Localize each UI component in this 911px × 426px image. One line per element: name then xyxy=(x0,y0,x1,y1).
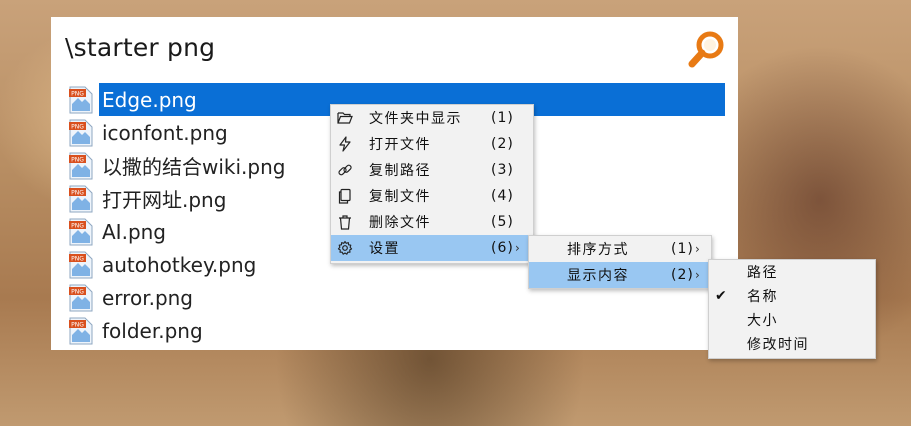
chevron-right-icon: › xyxy=(515,241,520,255)
menu-item-label: 修改时间 xyxy=(747,337,809,353)
menu-item-delete-file[interactable]: 删除文件 (5) xyxy=(331,209,533,235)
menu-item-shortcut: (5) xyxy=(491,214,514,230)
svg-text:PNG: PNG xyxy=(71,123,84,130)
menu-item-label: 设置 xyxy=(369,241,400,257)
menu-item-show-in-folder[interactable]: 文件夹中显示 (1) xyxy=(331,105,533,131)
gear-icon xyxy=(337,240,353,255)
result-name: autohotkey.png xyxy=(102,252,257,277)
menu-item-name[interactable]: ✔ 名称 xyxy=(709,284,875,308)
menu-item-copy-path[interactable]: 复制路径 (3) xyxy=(331,157,533,183)
png-file-icon: PNG xyxy=(69,119,93,146)
menu-item-label: 大小 xyxy=(747,313,778,329)
result-name: Edge.png xyxy=(102,87,197,112)
svg-text:PNG: PNG xyxy=(71,90,84,97)
svg-text:PNG: PNG xyxy=(71,222,84,229)
chevron-right-icon: › xyxy=(695,242,700,256)
search-input[interactable]: \starter png xyxy=(65,33,215,62)
menu-item-label: 排序方式 xyxy=(567,242,629,258)
menu-item-label: 删除文件 xyxy=(369,215,431,231)
menu-item-open-file[interactable]: 打开文件 (2) xyxy=(331,131,533,157)
copy-icon xyxy=(338,188,351,204)
result-row[interactable]: PNG folder.png xyxy=(69,314,727,347)
context-menu: 文件夹中显示 (1) 打开文件 (2) 复制路径 (3) 复制文件 (4) 删除… xyxy=(330,104,534,264)
png-file-icon: PNG xyxy=(69,152,93,179)
menu-item-display-content[interactable]: 显示内容 (2) › xyxy=(529,262,711,288)
chevron-right-icon: › xyxy=(695,268,700,282)
menu-item-shortcut: (6) xyxy=(491,240,514,256)
png-file-icon: PNG xyxy=(69,317,93,344)
svg-text:PNG: PNG xyxy=(71,321,84,328)
menu-item-settings[interactable]: 设置 (6) › xyxy=(331,235,533,261)
menu-item-copy-file[interactable]: 复制文件 (4) xyxy=(331,183,533,209)
link-icon xyxy=(338,164,352,176)
png-file-icon: PNG xyxy=(69,251,93,278)
result-name: 打开网址.png xyxy=(102,188,227,212)
menu-item-shortcut: (3) xyxy=(491,162,514,178)
png-file-icon: PNG xyxy=(69,218,93,245)
svg-text:PNG: PNG xyxy=(71,189,84,196)
svg-text:PNG: PNG xyxy=(71,156,84,163)
menu-item-shortcut: (1) xyxy=(491,110,514,126)
menu-item-modified-time[interactable]: 修改时间 xyxy=(709,332,875,356)
menu-item-size[interactable]: 大小 xyxy=(709,308,875,332)
result-name: folder.png xyxy=(102,318,203,343)
menu-item-label: 复制路径 xyxy=(369,163,431,179)
menu-item-sort-by[interactable]: 排序方式 (1) › xyxy=(529,236,711,262)
result-name: error.png xyxy=(102,285,194,310)
menu-item-label: 打开文件 xyxy=(369,137,431,153)
search-icon[interactable] xyxy=(687,29,727,69)
result-name: 以撒的结合wiki.png xyxy=(102,155,286,179)
svg-text:PNG: PNG xyxy=(71,255,84,262)
png-file-icon: PNG xyxy=(69,185,93,212)
result-name: AI.png xyxy=(102,219,167,244)
menu-item-shortcut: (1) xyxy=(671,241,694,257)
menu-item-label: 路径 xyxy=(747,265,778,281)
png-file-icon: PNG xyxy=(69,284,93,311)
png-file-icon: PNG xyxy=(69,86,93,113)
menu-item-label: 复制文件 xyxy=(369,189,431,205)
menu-item-label: 名称 xyxy=(747,289,778,305)
display-content-submenu: 路径 ✔ 名称 大小 修改时间 xyxy=(708,259,876,359)
lightning-icon xyxy=(339,136,351,152)
menu-item-path[interactable]: 路径 xyxy=(709,260,875,284)
menu-item-shortcut: (2) xyxy=(491,136,514,152)
svg-text:PNG: PNG xyxy=(71,288,84,295)
menu-item-label: 文件夹中显示 xyxy=(369,111,462,127)
settings-submenu: 排序方式 (1) › 显示内容 (2) › xyxy=(528,235,712,289)
menu-item-label: 显示内容 xyxy=(567,268,629,284)
checkmark-icon: ✔ xyxy=(715,288,727,304)
menu-item-shortcut: (4) xyxy=(491,188,514,204)
folder-open-icon xyxy=(337,112,353,124)
trash-icon xyxy=(339,215,351,230)
menu-item-shortcut: (2) xyxy=(671,267,694,283)
result-name: iconfont.png xyxy=(102,120,228,145)
